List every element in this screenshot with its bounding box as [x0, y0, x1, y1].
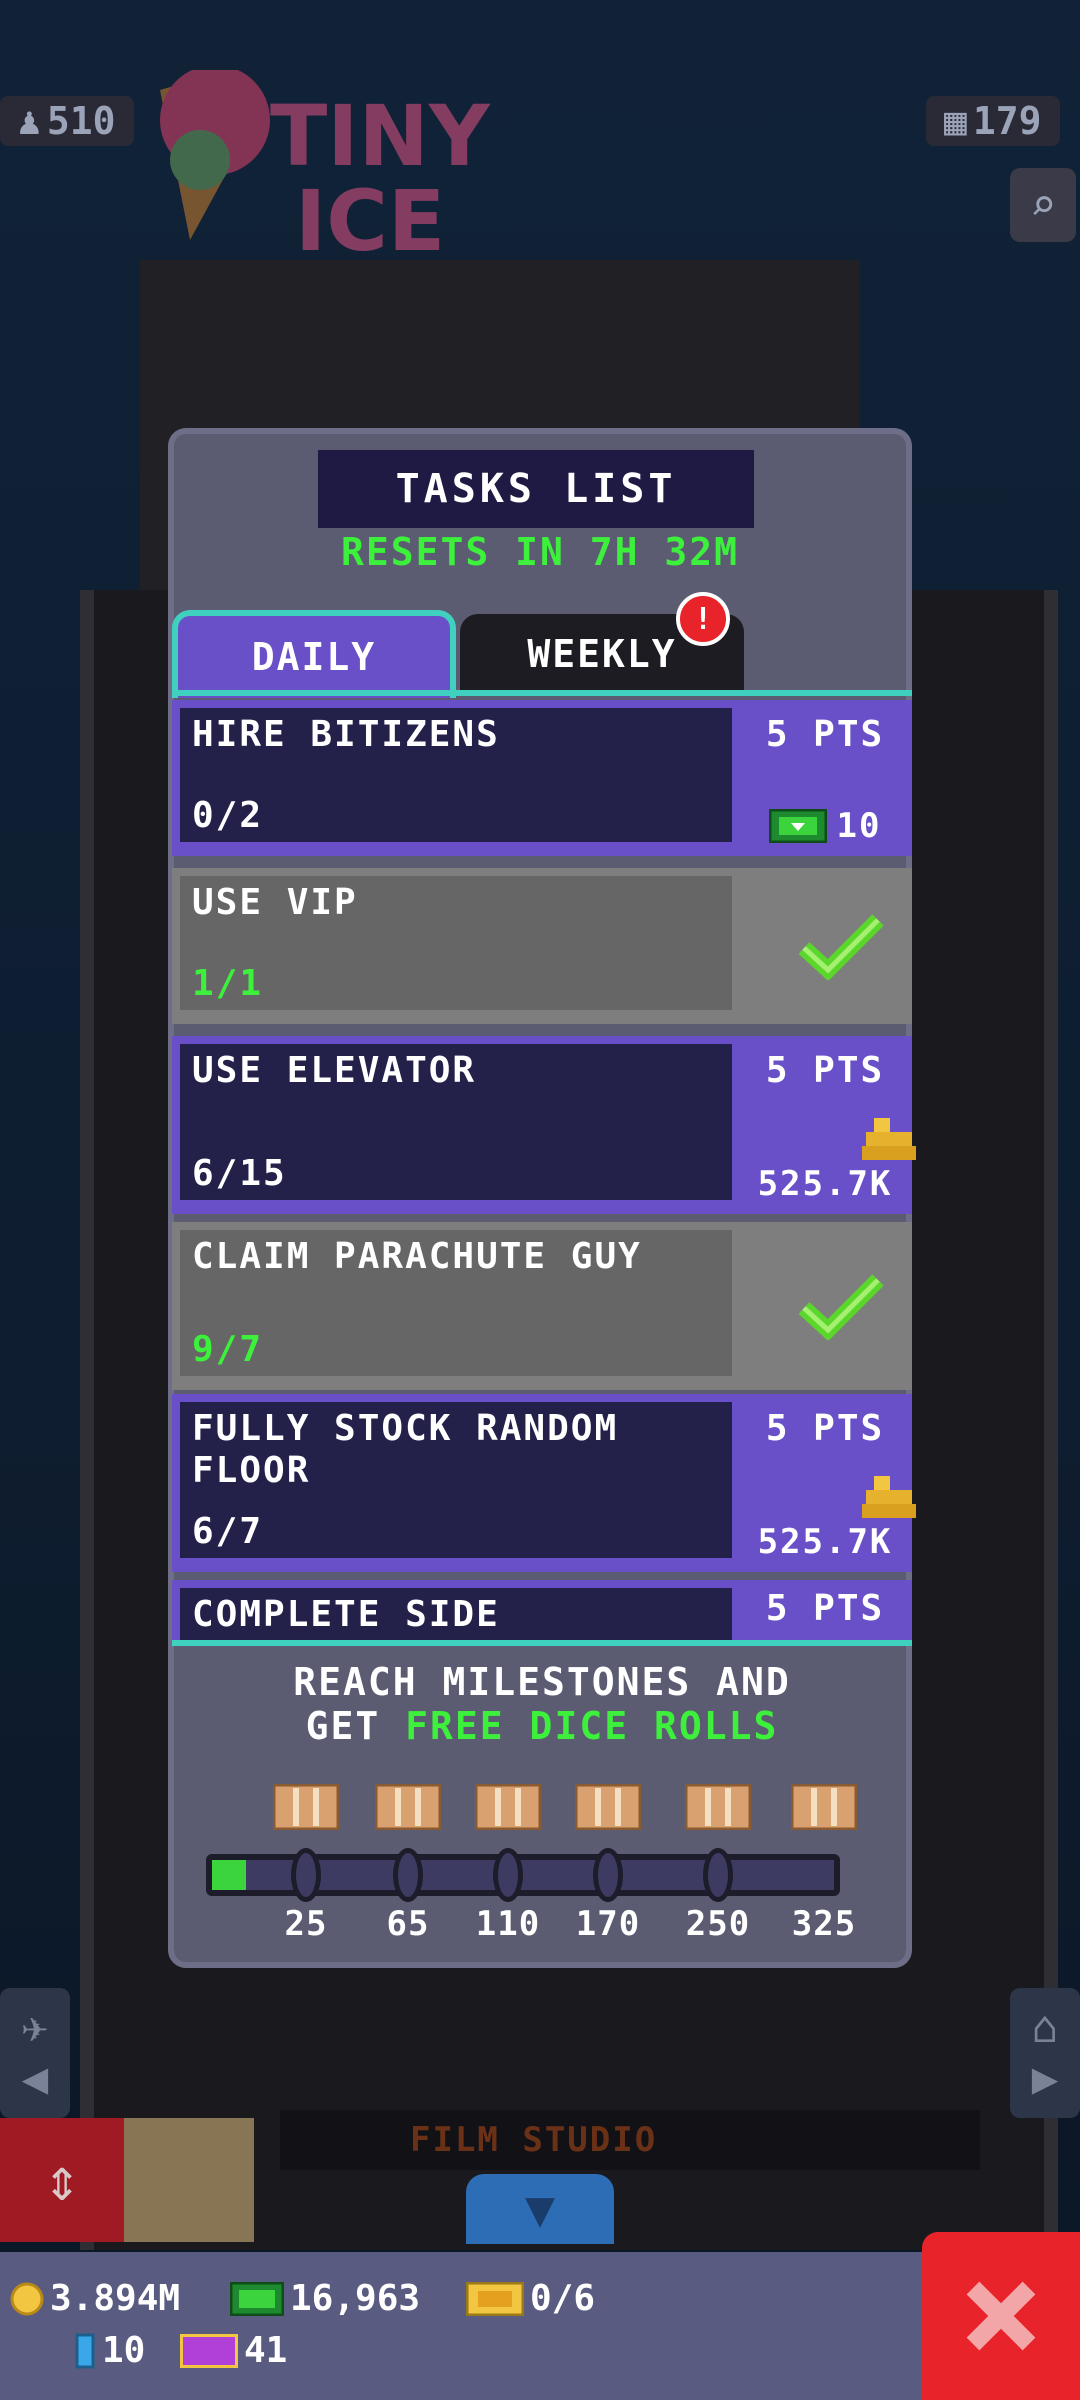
- chevron-down-icon: ▼: [524, 2180, 556, 2238]
- coins-icon: [862, 1118, 916, 1160]
- coins-balance: 3.894M: [10, 2278, 180, 2319]
- panel-title: TASKS LIST: [318, 450, 754, 528]
- coins-icon: [862, 1476, 916, 1518]
- dice-chest-icon[interactable]: [273, 1784, 339, 1830]
- milestone-heading: REACH MILESTONES AND GET FREE DICE ROLLS: [293, 1660, 791, 1748]
- tab-daily[interactable]: DAILY: [172, 610, 456, 698]
- dice-chest-icon[interactable]: [375, 1784, 441, 1830]
- chevron-right-icon: ▶: [1031, 2053, 1059, 2104]
- task-points: 5 PTS: [765, 714, 885, 755]
- dice-chest-icon[interactable]: [685, 1784, 751, 1830]
- bux-icon: [768, 809, 827, 843]
- up-down-arrows-icon: ⇕: [43, 2145, 81, 2215]
- task-reward: 10: [738, 806, 912, 846]
- building-icon: ▦: [944, 99, 967, 143]
- milestone-marker: [493, 1848, 523, 1902]
- task-name: CLAIM PARACHUTE GUY: [192, 1236, 642, 1277]
- task-points: 5 PTS: [765, 1588, 885, 1629]
- milestone-progress-fill: [212, 1860, 246, 1890]
- milestone-value: 170: [575, 1904, 641, 1944]
- task-name: HIRE BITIZENS: [192, 714, 500, 755]
- currency-bar: [0, 2252, 1080, 2400]
- chevron-left-icon: ◀: [21, 2053, 49, 2104]
- golden-tickets-balance: 41: [180, 2330, 287, 2371]
- golden-ticket-icon: [180, 2333, 238, 2368]
- task-use-vip[interactable]: USE VIP 1/1: [172, 868, 912, 1024]
- bux-icon: [230, 2281, 284, 2316]
- notification-badge: !: [676, 592, 730, 646]
- key-icon: [75, 2333, 95, 2368]
- tab-underline: [172, 690, 912, 696]
- task-hire-bitizens[interactable]: HIRE BITIZENS 0/2 5 PTS 10: [172, 700, 912, 856]
- milestone-marker: [393, 1848, 423, 1902]
- milestone-divider: [172, 1640, 912, 1646]
- task-progress: 0/2: [192, 795, 264, 836]
- task-reward: 525.7K: [757, 1522, 893, 1562]
- milestone-value: 25: [284, 1904, 328, 1944]
- scroll-down-button[interactable]: ▼: [466, 2174, 614, 2244]
- task-name: USE ELEVATOR: [192, 1050, 477, 1091]
- magnifier-icon: ⌕: [1029, 179, 1057, 231]
- task-claim-parachute-guy[interactable]: CLAIM PARACHUTE GUY 9/7: [172, 1222, 912, 1390]
- checkmark-icon: [798, 1274, 884, 1340]
- task-name: COMPLETE SIDE: [192, 1594, 500, 1635]
- floor-counter: ▦ 179: [926, 96, 1060, 146]
- close-icon: [966, 2281, 1036, 2351]
- task-progress: 9/7: [192, 1329, 264, 1370]
- milestone-marker: [703, 1848, 733, 1902]
- population-counter: ♟ 510: [0, 96, 134, 146]
- reset-timer: RESETS IN 7H 32M: [340, 530, 740, 574]
- task-fully-stock-random-floor[interactable]: FULLY STOCK RANDOM FLOOR 6/7 5 PTS 525.7…: [172, 1394, 916, 1572]
- scroll-left-button[interactable]: ✈ ◀: [0, 1988, 70, 2118]
- dice-chest-icon[interactable]: [791, 1784, 857, 1830]
- milestone-marker: [593, 1848, 623, 1902]
- milestone-value: 325: [791, 1904, 857, 1944]
- task-points: 5 PTS: [765, 1050, 885, 1091]
- person-icon: ✈: [21, 2002, 49, 2053]
- close-button[interactable]: [922, 2232, 1080, 2400]
- task-progress: 6/7: [192, 1511, 264, 1552]
- person-icon: ♟: [18, 99, 41, 143]
- storage-box-button[interactable]: [124, 2118, 254, 2242]
- task-name: FULLY STOCK RANDOM FLOOR: [192, 1408, 619, 1491]
- bux-balance: 16,963: [230, 2278, 420, 2319]
- home-icon: ⌂: [1031, 2002, 1059, 2053]
- elevator-button[interactable]: ⇕: [0, 2118, 124, 2242]
- task-progress: 1/1: [192, 963, 264, 1004]
- checkmark-icon: [798, 914, 884, 980]
- milestone-value: 110: [475, 1904, 541, 1944]
- milestone-value: 250: [685, 1904, 751, 1944]
- coin-icon: [10, 2282, 44, 2315]
- scroll-right-button[interactable]: ⌂ ▶: [1010, 1988, 1080, 2118]
- task-points: 5 PTS: [765, 1408, 885, 1449]
- keys-balance: 10: [74, 2330, 145, 2371]
- task-complete-side[interactable]: COMPLETE SIDE 5 PTS: [172, 1580, 912, 1640]
- dice-chest-icon[interactable]: [475, 1784, 541, 1830]
- dice-chest-icon[interactable]: [575, 1784, 641, 1830]
- ticket-icon: [466, 2281, 524, 2316]
- milestone-value: 65: [386, 1904, 430, 1944]
- task-progress: 6/15: [192, 1153, 287, 1194]
- tickets-balance: 0/6: [466, 2278, 595, 2319]
- search-button[interactable]: ⌕: [1010, 168, 1076, 242]
- task-reward: 525.7K: [757, 1164, 893, 1204]
- task-name: USE VIP: [192, 882, 358, 923]
- task-use-elevator[interactable]: USE ELEVATOR 6/15 5 PTS 525.7K: [172, 1036, 916, 1214]
- milestone-marker: [291, 1848, 321, 1902]
